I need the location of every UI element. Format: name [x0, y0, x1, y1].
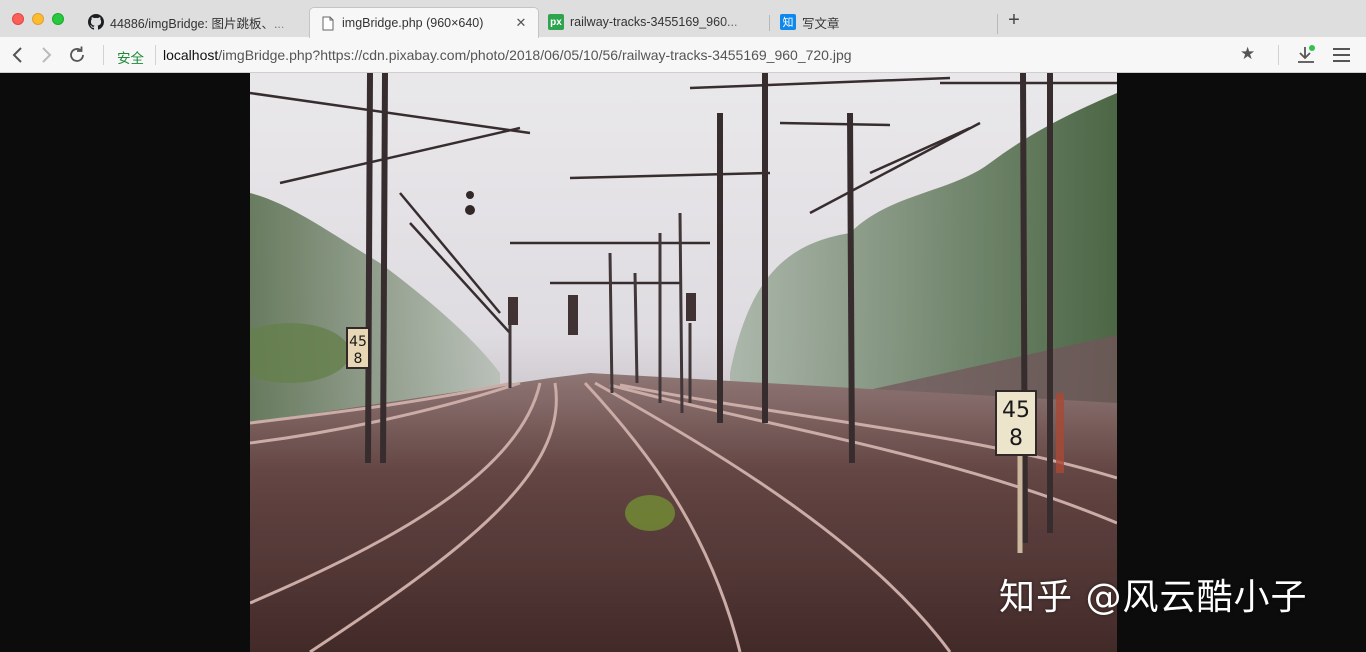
- window-maximize-button[interactable]: [52, 13, 64, 25]
- window-close-button[interactable]: [12, 13, 24, 25]
- menu-icon[interactable]: [1333, 48, 1350, 66]
- tab-strip: 44886/imgBridge: 图片跳板、... imgBridge.php …: [0, 0, 1366, 38]
- reload-button[interactable]: [66, 44, 88, 66]
- pixabay-icon: px: [548, 14, 564, 30]
- address-bar[interactable]: localhost/imgBridge.php?https://cdn.pixa…: [163, 47, 852, 63]
- tab-imgbridge[interactable]: imgBridge.php (960×640) ✕: [309, 7, 539, 38]
- bookmark-star-icon[interactable]: ★: [1240, 44, 1255, 64]
- new-tab-button[interactable]: +: [1004, 10, 1024, 30]
- railway-photo: 45 8 45 8: [250, 73, 1117, 652]
- tab-label: imgBridge.php (960×640): [342, 16, 484, 30]
- page-viewport: 45 8 45 8 知乎 @风云酷小子: [0, 73, 1366, 652]
- zhihu-icon: 知: [780, 14, 796, 30]
- tab-label: 写文章: [802, 16, 840, 31]
- github-icon: [88, 14, 104, 30]
- back-icon: [12, 47, 22, 63]
- page-icon: [320, 15, 336, 31]
- back-button[interactable]: [6, 44, 28, 66]
- toolbar-separator: [155, 45, 156, 65]
- tab-label: 44886/imgBridge: 图片跳板、...: [110, 16, 285, 31]
- url-host: localhost: [163, 47, 219, 63]
- window-minimize-button[interactable]: [32, 13, 44, 25]
- toolbar-separator: [1278, 45, 1279, 65]
- download-icon[interactable]: [1296, 44, 1316, 66]
- reload-icon: [70, 46, 84, 62]
- forward-button[interactable]: [36, 44, 58, 66]
- tab-zhihu[interactable]: 知 写文章: [770, 7, 998, 37]
- close-tab-icon[interactable]: ✕: [514, 15, 528, 31]
- security-label[interactable]: 安全: [117, 47, 144, 67]
- tab-github[interactable]: 44886/imgBridge: 图片跳板、...: [78, 7, 310, 37]
- zhihu-watermark: 知乎 @风云酷小子: [999, 577, 1308, 618]
- toolbar: 安全 localhost/imgBridge.php?https://cdn.p…: [0, 37, 1366, 73]
- url-path: /imgBridge.php?https://cdn.pixabay.com/p…: [218, 47, 852, 63]
- tab-pixabay[interactable]: px railway-tracks-3455169_960...: [538, 7, 770, 37]
- tab-label: railway-tracks-3455169_960...: [570, 15, 738, 29]
- tab-divider: [997, 14, 998, 34]
- toolbar-separator: [103, 45, 104, 65]
- forward-icon: [42, 47, 52, 63]
